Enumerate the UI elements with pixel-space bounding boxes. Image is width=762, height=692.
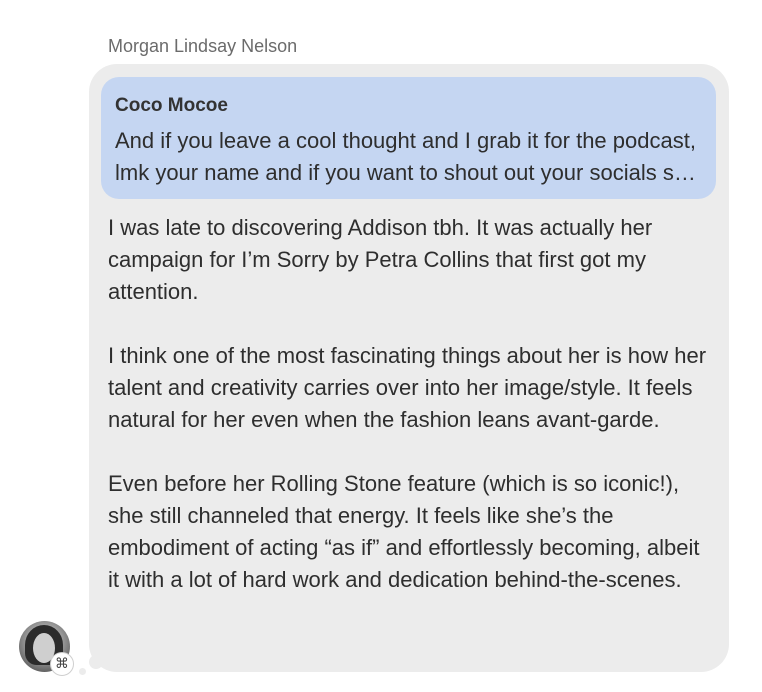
message-bubble[interactable]: Coco Mocoe And if you leave a cool thoug…	[89, 64, 729, 672]
bubble-tail-small	[79, 668, 86, 675]
sender-name: Morgan Lindsay Nelson	[108, 36, 298, 56]
message-body: I was late to discovering Addison tbh. I…	[108, 212, 713, 596]
community-icon: ⌘	[50, 652, 74, 676]
message-paragraph: I think one of the most fascinating thin…	[108, 343, 707, 432]
bubble-tail	[89, 655, 103, 669]
reply-quote-author: Coco Mocoe	[115, 95, 228, 116]
reply-quote-text: And if you leave a cool thought and I gr…	[115, 128, 699, 185]
reply-quote[interactable]: Coco Mocoe And if you leave a cool thoug…	[101, 77, 716, 199]
message-paragraph: I was late to discovering Addison tbh. I…	[108, 215, 653, 304]
message-paragraph: Even before her Rolling Stone feature (w…	[108, 471, 700, 592]
